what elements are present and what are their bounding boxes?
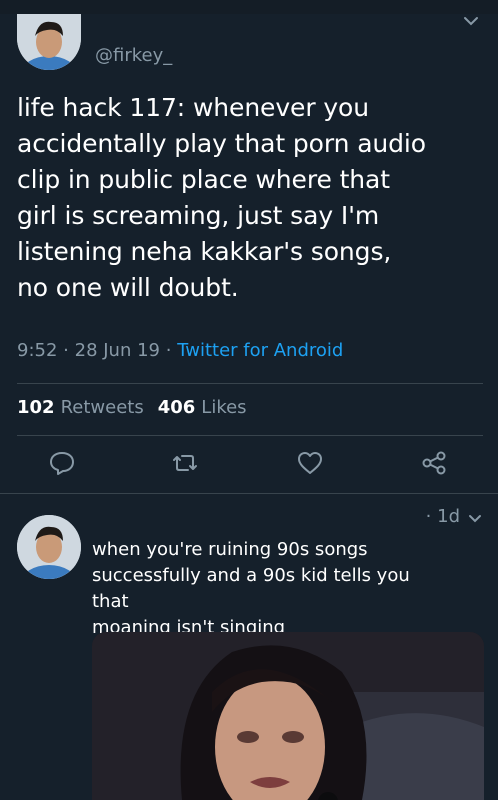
reply-time: · 1d xyxy=(425,506,460,527)
likes-stat[interactable]: 406 Likes xyxy=(158,397,247,418)
reply-text: when you're ruining 90s songs successful… xyxy=(92,539,410,638)
engagement-stats: 102 Retweets 406 Likes xyxy=(17,397,247,418)
divider xyxy=(0,493,498,494)
chevron-down-icon[interactable] xyxy=(462,14,480,28)
retweets-count: 102 xyxy=(17,397,55,418)
reply-icon[interactable] xyxy=(48,449,76,477)
reply-avatar[interactable] xyxy=(17,515,81,579)
share-icon[interactable] xyxy=(420,449,448,477)
retweets-label: Retweets xyxy=(60,397,144,418)
divider xyxy=(17,435,483,436)
tweet-meta: 9:52 · 28 Jun 19 · Twitter for Android xyxy=(17,340,343,361)
meta-separator: · xyxy=(165,340,172,361)
tweet-time: 9:52 xyxy=(17,340,58,361)
meta-separator: · xyxy=(63,340,69,361)
avatar[interactable] xyxy=(17,14,81,70)
heart-icon[interactable] xyxy=(296,449,324,477)
retweets-stat[interactable]: 102 Retweets xyxy=(17,397,144,418)
divider xyxy=(17,383,483,384)
reply-menu-icon[interactable] xyxy=(467,511,483,525)
tweet-source-link[interactable]: Twitter for Android xyxy=(177,340,343,361)
reply-media-image[interactable] xyxy=(92,632,484,800)
tweet-text: life hack 117: whenever you accidentally… xyxy=(17,93,426,302)
likes-count: 406 xyxy=(157,397,196,418)
retweet-icon[interactable] xyxy=(171,449,199,477)
top-strip xyxy=(0,0,498,14)
user-handle[interactable]: @firkey_ xyxy=(95,45,172,66)
likes-label: Likes xyxy=(201,397,247,418)
tweet-date: 28 Jun 19 xyxy=(74,340,161,361)
